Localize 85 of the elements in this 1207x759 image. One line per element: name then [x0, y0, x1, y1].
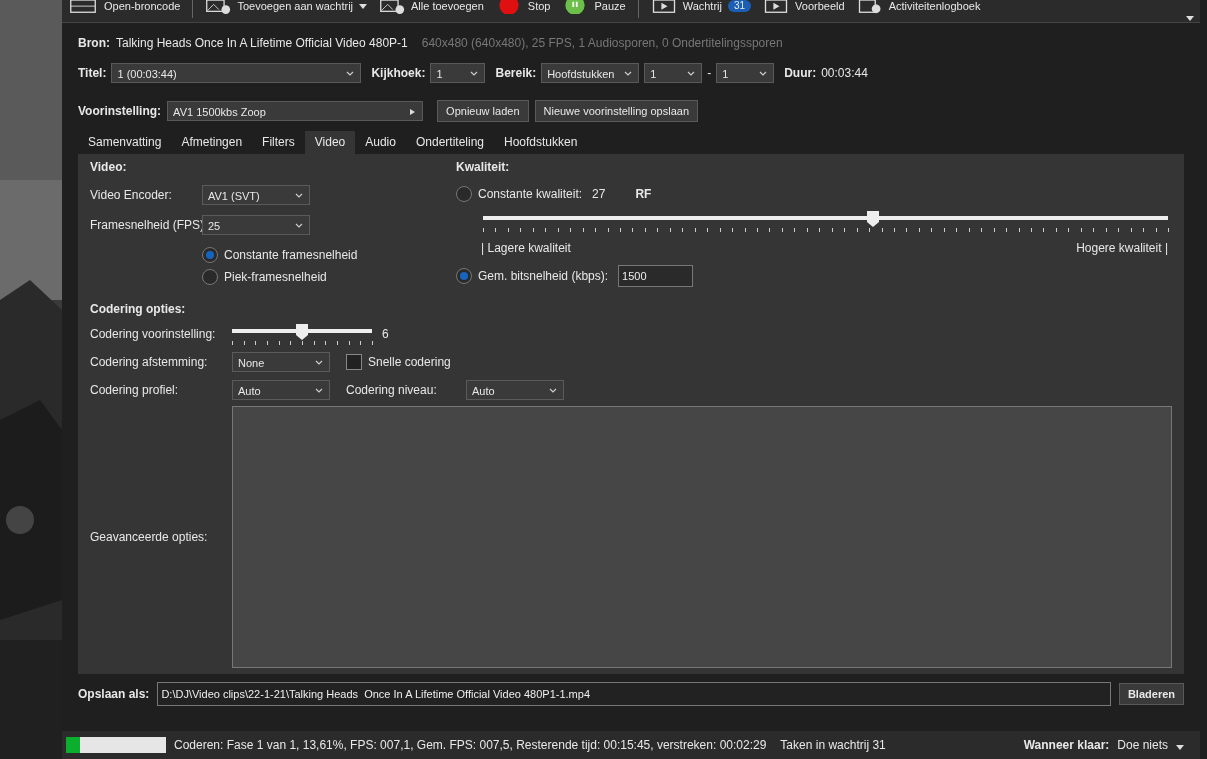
- chevron-down-icon: [549, 388, 557, 394]
- angle-dropdown[interactable]: 1: [430, 63, 486, 83]
- tab[interactable]: Samenvatting: [78, 131, 172, 154]
- quality-value: 27: [592, 187, 606, 201]
- caret-right-icon: [408, 109, 417, 115]
- framerate-dropdown[interactable]: 25: [202, 215, 310, 235]
- caret-icon[interactable]: [1186, 16, 1194, 21]
- range-label: Bereik:: [495, 66, 537, 80]
- encoder-dropdown[interactable]: AV1 (SVT): [202, 185, 310, 205]
- encoder-preset-label: Codering voorinstelling:: [90, 327, 217, 341]
- tune-label: Codering afstemming:: [90, 355, 209, 369]
- log-icon: [856, 0, 883, 14]
- tab[interactable]: Afmetingen: [171, 131, 253, 154]
- encoder-preset-value: 6: [382, 327, 389, 341]
- lower-quality-label: | Lagere kwaliteit: [481, 241, 571, 255]
- chevron-down-icon: [295, 193, 303, 199]
- level-label: Codering niveau:: [346, 383, 438, 397]
- preset-dropdown[interactable]: AV1 1500kbs Zoop: [167, 101, 424, 121]
- range-separator: -: [707, 66, 712, 80]
- title-label: Titel:: [78, 66, 107, 80]
- image-add-icon: [205, 0, 232, 14]
- quality-unit: RF: [635, 187, 652, 201]
- save-as-label: Opslaan als:: [78, 687, 150, 701]
- bitrate-field[interactable]: 1500: [618, 265, 694, 287]
- tab[interactable]: Hoofdstukken: [494, 131, 588, 154]
- toolbar-button[interactable]: Toevoegen aan wachtrij: [205, 0, 368, 14]
- queue-count-badge: 31: [728, 0, 752, 12]
- chevron-down-icon: [346, 71, 355, 77]
- slider-thumb[interactable]: [867, 211, 880, 227]
- preset-label: Voorinstelling:: [78, 104, 162, 118]
- when-done-dropdown[interactable]: Doe niets: [1117, 738, 1168, 752]
- chevron-down-icon: [315, 360, 323, 366]
- chevron-down-icon: [624, 71, 633, 77]
- source-label: Bron:: [78, 36, 110, 50]
- framerate-radio[interactable]: Piek-framesnelheid: [202, 266, 456, 288]
- encoding-heading: Codering opties:: [90, 302, 187, 318]
- toolbar-button[interactable]: Open-broncode: [68, 0, 181, 14]
- duration-value: 00:03:44: [821, 66, 868, 80]
- advanced-options-field[interactable]: [232, 406, 1172, 668]
- chevron-down-icon: [295, 223, 303, 229]
- chevron-down-icon: [687, 71, 696, 77]
- image-add-icon: [379, 0, 406, 14]
- toolbar-button[interactable]: Alle toevoegen: [379, 0, 484, 14]
- tune-dropdown[interactable]: None: [232, 352, 330, 372]
- toolbar-button[interactable]: Wachtrij 31: [650, 0, 752, 14]
- save-path-field[interactable]: D:\DJ\Video clips\22-1-21\Talking Heads Once In A Lifetime Official Video 480P1-1.mp4: [157, 682, 1111, 706]
- title-dropdown[interactable]: 1 (00:03:44): [111, 63, 362, 83]
- range-type-dropdown[interactable]: Hoofdstukken: [541, 63, 640, 83]
- preset-button[interactable]: Nieuwe voorinstelling opslaan: [534, 100, 699, 122]
- range-start-dropdown[interactable]: 1: [644, 63, 703, 83]
- toolbar-button[interactable]: Pauze: [562, 0, 626, 14]
- toolbar-button[interactable]: Stop: [495, 0, 551, 14]
- caret-icon[interactable]: [1176, 744, 1184, 750]
- tab[interactable]: Video: [304, 131, 356, 154]
- preset-button[interactable]: Opnieuw laden: [437, 100, 529, 122]
- toolbar-button[interactable]: Activiteitenlogboek: [856, 0, 981, 14]
- constant-quality-radio[interactable]: Constante kwaliteit:: [456, 183, 583, 205]
- tab[interactable]: Filters: [252, 131, 305, 154]
- higher-quality-label: Hogere kwaliteit |: [1076, 241, 1168, 255]
- source-name: Talking Heads Once In A Lifetime Official Video 480P-1: [116, 36, 408, 50]
- video-heading: Video:: [90, 160, 128, 176]
- source-info: 640x480 (640x480), 25 FPS, 1 Audiosporen, 0 Ondertitelingssporen: [421, 36, 783, 50]
- chevron-down-icon: [470, 71, 479, 77]
- slider-thumb[interactable]: [296, 324, 308, 340]
- bitrate-radio[interactable]: Gem. bitsnelheid (kbps):: [456, 265, 609, 287]
- queue-count-text: Taken in wachtrij 31: [780, 738, 886, 752]
- quality-heading: Kwaliteit:: [456, 160, 511, 176]
- toolbar-button[interactable]: Voorbeeld: [763, 0, 845, 14]
- range-end-dropdown[interactable]: 1: [716, 63, 775, 83]
- status-text: Coderen: Fase 1 van 1, 13,61%, FPS: 007,1, Gem. FPS: 007,5, Resterende tijd: 00:15:45, verstreken: 00:02:29: [174, 738, 767, 752]
- fast-decode-checkbox[interactable]: Snelle codering: [346, 354, 451, 370]
- advanced-options-label: Geavanceerde opties:: [90, 530, 209, 544]
- duration-label: Duur:: [784, 66, 817, 80]
- browse-button[interactable]: Bladeren: [1118, 683, 1184, 705]
- framerate-radio[interactable]: Constante framesnelheid: [202, 244, 456, 266]
- when-done-label: Wanneer klaar:: [1023, 738, 1110, 752]
- angle-label: Kijkhoek:: [371, 66, 426, 80]
- tab[interactable]: Ondertiteling: [405, 131, 494, 154]
- tab[interactable]: Audio: [355, 131, 406, 154]
- profile-label: Codering profiel:: [90, 383, 180, 397]
- chevron-down-icon: [759, 71, 768, 77]
- chevron-down-icon: [315, 388, 323, 394]
- level-dropdown[interactable]: Auto: [466, 380, 564, 400]
- profile-dropdown[interactable]: Auto: [232, 380, 330, 400]
- encoder-label: Video Encoder:: [90, 188, 173, 202]
